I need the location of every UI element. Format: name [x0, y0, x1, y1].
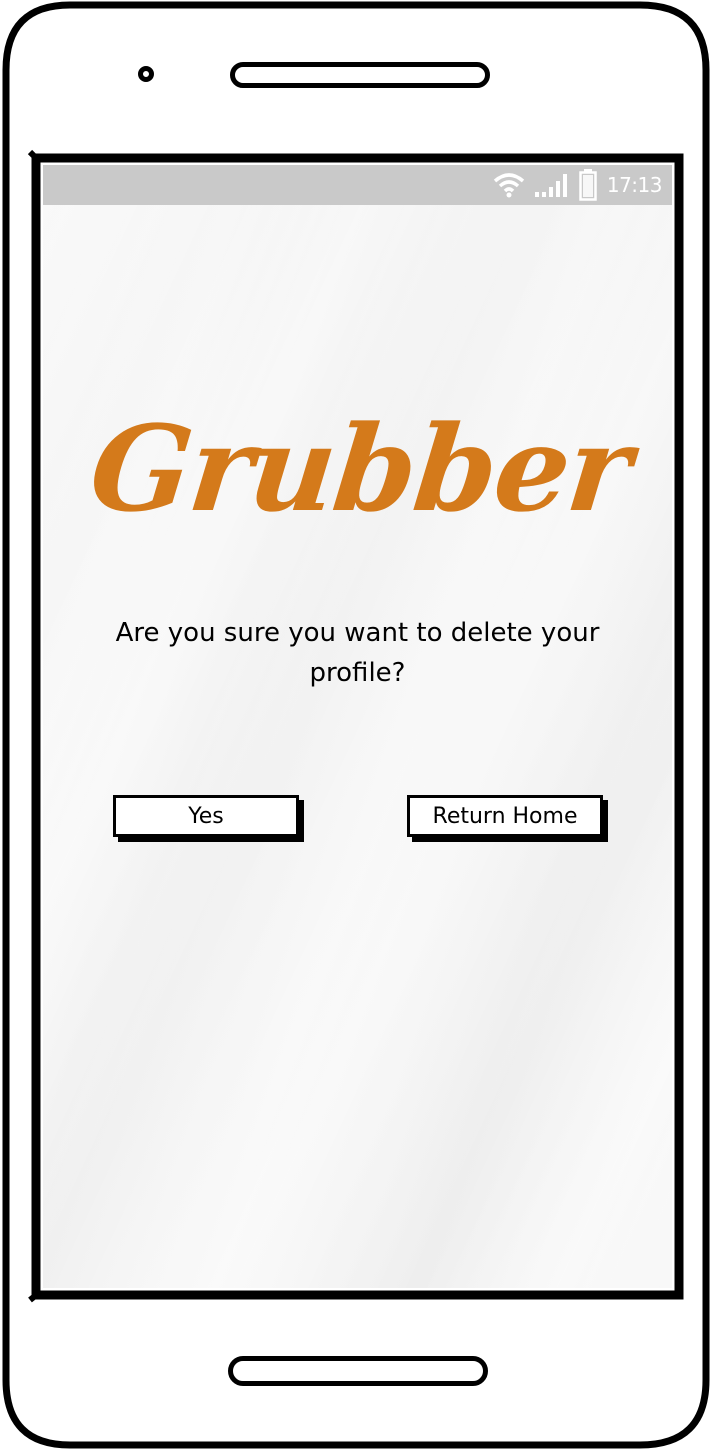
delete-profile-prompt: Are you sure you want to delete your pro…	[43, 613, 672, 693]
wifi-icon	[493, 172, 525, 198]
screen: 17:13 Grubber Are you sure you want to d…	[43, 165, 672, 1288]
camera-icon	[138, 66, 154, 82]
battery-icon	[579, 169, 597, 201]
yes-button[interactable]: Yes	[113, 795, 299, 837]
status-time: 17:13	[606, 173, 663, 197]
signal-icon	[534, 172, 569, 198]
home-hardware-button[interactable]	[228, 1356, 488, 1386]
status-bar: 17:13	[43, 165, 672, 205]
prompt-text: Are you sure you want to delete your pro…	[115, 618, 600, 688]
speaker-grille	[230, 62, 490, 88]
grubber-logo: Grubber	[84, 398, 636, 538]
phone-mockup: 17:13 Grubber Are you sure you want to d…	[0, 0, 712, 1450]
return-home-button[interactable]: Return Home	[407, 795, 603, 837]
